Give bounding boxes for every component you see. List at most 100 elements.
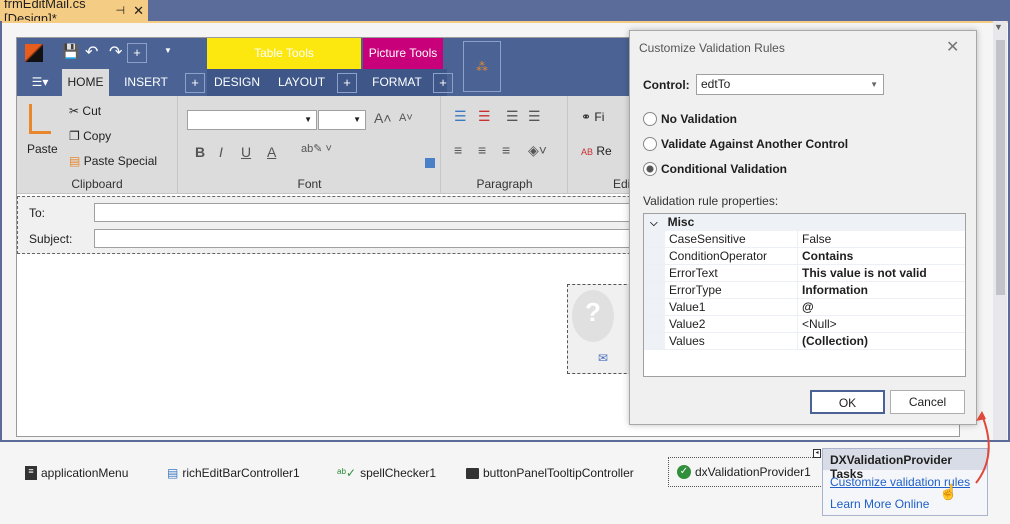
app-logo-icon[interactable] [25,44,43,62]
property-row[interactable]: Value2 <Null> [644,316,965,333]
property-value[interactable]: False [799,231,831,248]
property-value[interactable]: @ [799,299,814,316]
replace-icon: AB [581,147,594,157]
pin-icon[interactable]: ⊣ [116,4,126,17]
learn-more-online-link[interactable]: Learn More Online [830,497,929,511]
component-spell-checker[interactable]: ᵃᵇ✓ spellChecker1 [337,466,436,480]
control-combo[interactable]: edtTo ▼ [696,74,884,95]
property-name: ErrorType [666,282,798,299]
new-mail-icon[interactable]: ✉ [598,351,608,365]
smart-tag-icon[interactable]: ◂ [813,449,821,458]
paste-special-label: Paste Special [83,154,158,168]
property-name: Value2 [666,316,798,333]
category-row[interactable]: ⌵ Misc [644,214,965,231]
folder-icon [466,467,479,479]
paste-button[interactable]: Paste [27,142,58,156]
align-center-icon[interactable]: ≡ [478,142,486,158]
property-row[interactable]: CaseSensitive False [644,231,965,248]
paste-icon[interactable] [29,104,51,134]
radio-validate-against-control[interactable]: Validate Against Another Control [643,137,848,151]
tab-home[interactable]: HOME [62,69,109,96]
scissors-icon: ✂ [69,104,80,118]
find-label: Fi [594,110,605,124]
contact-photo-panel[interactable]: ? ✉ [567,284,637,374]
font-name-combo[interactable]: ▼ [187,110,317,130]
property-value[interactable]: This value is not valid [799,265,927,282]
redo-icon[interactable]: ↷ [109,42,122,62]
table-tools-header: Table Tools [207,38,361,69]
grow-font-icon[interactable]: A˄ [374,110,392,126]
cancel-button[interactable]: Cancel [890,390,965,414]
hand-cursor-icon: ☝ [939,484,958,501]
add-item-icon[interactable] [425,158,435,168]
font-color-button[interactable]: A [267,144,276,160]
component-dx-validation-provider[interactable]: ✓ dxValidationProvider1 [668,457,823,487]
unknown-person-icon: ? [572,290,614,342]
decrease-indent-icon[interactable]: ☰ [506,108,519,125]
font-label: Font [297,177,322,191]
paste-special-button[interactable]: ▤ Paste Special [69,154,157,168]
component-application-menu[interactable]: ≡ applicationMenu [25,466,128,480]
bullets-icon[interactable]: ☰ [454,108,467,125]
tab-format[interactable]: FORMAT [367,69,427,96]
radio-label: Validate Against Another Control [661,137,849,151]
radio-circle [643,137,657,151]
ok-button[interactable]: OK [810,390,885,414]
copy-label: Copy [83,129,112,143]
property-value[interactable]: Contains [799,248,853,265]
group-clipboard: Paste ✂ Cut ❐ Copy ▤ Paste Special Clipb… [17,96,178,194]
add-item-icon[interactable]: + [127,43,147,63]
property-row[interactable]: Value1 @ [644,299,965,316]
component-label: spellChecker1 [360,466,437,480]
radio-conditional-validation[interactable]: Conditional Validation [643,162,787,176]
app-menu-icon[interactable]: ☰▾ [25,69,55,96]
underline-button[interactable]: U [241,144,251,160]
add-page-icon[interactable]: + [337,73,357,93]
font-size-combo[interactable]: ▼ [318,110,366,130]
scrollbar-thumb[interactable] [996,40,1005,295]
property-row[interactable]: Values (Collection) [644,333,965,350]
shrink-font-icon[interactable]: A˅ [399,112,413,124]
property-row[interactable]: ErrorText This value is not valid [644,265,965,282]
property-grid[interactable]: ⌵ Misc CaseSensitive False ConditionOperato… [643,213,966,377]
increase-indent-icon[interactable]: ☰ [528,108,541,125]
highlight-icon[interactable]: ab✎ ˅ [301,142,332,155]
add-page-icon[interactable]: + [185,73,205,93]
picture-tools-header: Picture Tools [363,38,443,69]
copy-button[interactable]: ❐ Copy [69,129,111,143]
bold-button[interactable]: B [195,144,205,160]
add-page-icon[interactable]: + [433,73,453,93]
align-left-icon[interactable]: ≡ [454,142,462,158]
qat-dropdown-icon[interactable]: ▼ [164,46,172,55]
tab-design[interactable]: DESIGN [207,69,267,96]
dropdown-arrow-icon[interactable]: ▼ [994,22,1003,32]
shading-icon[interactable]: ◈˅ [528,142,547,159]
dialog-title: Customize Validation Rules [639,41,785,55]
clipboard-label: Clipboard [71,177,123,191]
undo-icon[interactable]: ↶ [85,42,98,62]
property-row[interactable]: ConditionOperator Contains [644,248,965,265]
align-right-icon[interactable]: ≡ [502,142,510,158]
replace-button[interactable]: AB Re [581,144,612,158]
close-icon[interactable]: ✕ [133,3,144,19]
radio-no-validation[interactable]: No Validation [643,112,737,126]
document-tab[interactable]: frmEditMail.cs [Design]* ⊣ ✕ [0,0,148,26]
cut-button[interactable]: ✂ Cut [69,104,101,118]
tab-insert[interactable]: INSERT [111,69,181,96]
group-editing: ⚭ Fi AB Re Edit [569,96,634,194]
component-button-panel-tooltip-controller[interactable]: buttonPanelTooltipController [466,466,634,480]
find-button[interactable]: ⚭ Fi [581,110,604,124]
add-category-icon[interactable]: ⁂ [463,41,501,92]
property-value[interactable]: (Collection) [799,333,868,350]
property-value[interactable]: Information [799,282,868,299]
italic-button[interactable]: I [219,144,223,160]
numbering-icon[interactable]: ☰ [478,108,491,125]
cut-label: Cut [82,104,102,118]
component-rich-edit-bar-controller[interactable]: ▤ richEditBarController1 [167,466,300,480]
close-icon[interactable]: ✕ [946,37,959,57]
property-value[interactable]: <Null> [799,316,837,333]
paste-special-icon: ▤ [69,154,81,168]
tab-layout[interactable]: LAYOUT [269,69,334,96]
save-icon[interactable]: 💾 [62,43,79,60]
property-row[interactable]: ErrorType Information [644,282,965,299]
